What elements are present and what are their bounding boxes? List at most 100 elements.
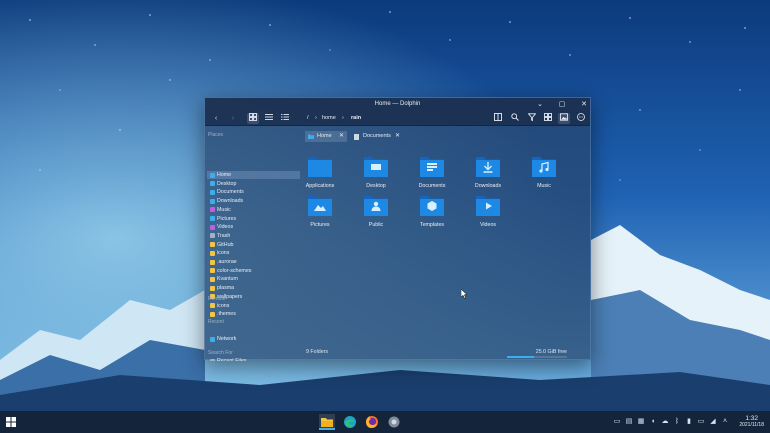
sidebar-item-plasma[interactable]: plasma <box>207 284 300 292</box>
file-item-public[interactable]: Public <box>352 192 400 228</box>
file-item-desktop[interactable]: Desktop <box>352 153 400 189</box>
back-button[interactable]: ‹ <box>210 113 222 124</box>
sidebar-item-documents[interactable]: Documents <box>207 188 300 196</box>
close-button[interactable]: ✕ <box>579 100 589 110</box>
file-item-label: Videos <box>479 222 497 228</box>
compact-view-icon <box>265 114 273 120</box>
sidebar-item-label: plasma <box>217 285 235 292</box>
documents-icon <box>210 189 215 195</box>
sidebar-item-label: .themes <box>217 311 236 318</box>
breadcrumb-rain[interactable]: rain <box>351 114 361 123</box>
display-icon[interactable]: ▭ <box>697 418 705 426</box>
expand-tray-icon[interactable]: ˄ <box>721 418 729 426</box>
sidebar-item-desktop[interactable]: Desktop <box>207 180 300 188</box>
sidebar-item-icons[interactable]: icons <box>207 302 300 310</box>
compact-view-button[interactable] <box>263 113 275 124</box>
sidebar-item-github[interactable]: GitHub <box>207 241 300 249</box>
applications-folder-icon <box>308 157 332 177</box>
places-panel: Places Home Desktop Documents Downloads Musi… <box>205 126 303 361</box>
sidebar-item-label: Music <box>217 206 231 213</box>
file-item-documents[interactable]: Documents <box>408 153 456 189</box>
tab-label: Documents <box>363 133 391 139</box>
file-item-label: Public <box>368 222 384 228</box>
toolbar: ‹ › / › home › rain <box>205 112 590 126</box>
taskbar-edge[interactable] <box>342 414 358 430</box>
sidebar-item-label: Documents <box>217 189 244 196</box>
file-item-templates[interactable]: Templates <box>408 192 456 228</box>
search-button[interactable] <box>509 113 521 124</box>
sidebar-item-label: Network <box>217 336 237 342</box>
sidebar-item-pictures[interactable]: Pictures <box>207 215 300 223</box>
filter-icon <box>527 113 537 122</box>
sidebar-item-icons[interactable]: icons <box>207 249 300 257</box>
sidebar-item-label: Trash <box>217 232 231 239</box>
file-item-applications[interactable]: Applications <box>296 153 344 189</box>
window-title: Home — Dolphin <box>374 101 421 107</box>
forward-button[interactable]: › <box>227 113 239 124</box>
maximize-button[interactable]: ▢ <box>557 100 567 110</box>
network-icon[interactable]: ◢ <box>709 418 717 426</box>
file-item-music[interactable]: Music <box>520 153 568 189</box>
places-section-label: Places <box>208 132 224 138</box>
folder-icon <box>210 285 215 291</box>
sidebar-item-label: icons <box>217 302 230 309</box>
file-item-label: Pictures <box>310 222 330 228</box>
breadcrumb-home[interactable]: home <box>322 114 336 123</box>
dolphin-window: Home — Dolphin ⌄ ▢ ✕ ‹ › / › home › rain <box>204 97 591 361</box>
cloud-icon[interactable]: ☁ <box>661 418 669 426</box>
title-bar[interactable]: Home — Dolphin ⌄ ▢ ✕ <box>205 98 590 112</box>
clock-date: 2021/11/18 <box>739 422 764 428</box>
settings-gear-icon <box>388 416 400 428</box>
sidebar-item-themes[interactable]: .themes <box>207 310 300 318</box>
minimize-button[interactable]: ⌄ <box>535 100 545 110</box>
sidebar-item-videos[interactable]: Videos <box>207 223 300 231</box>
taskbar-settings[interactable] <box>386 414 402 430</box>
videos-icon <box>210 224 215 230</box>
menu-button[interactable] <box>575 113 587 124</box>
taskbar-firefox[interactable] <box>364 414 380 430</box>
split-view-button[interactable] <box>492 113 504 124</box>
notification-icon[interactable]: ▭ <box>613 418 621 426</box>
details-view-button[interactable] <box>279 113 291 124</box>
battery-icon[interactable]: ▮ <box>685 418 693 426</box>
tab-documents[interactable]: Documents ✕ <box>351 131 403 142</box>
tab-home[interactable]: Home ✕ <box>305 131 347 142</box>
close-tab-button[interactable]: ✕ <box>395 131 400 142</box>
taskbar: ▭ ▤ ▦ ◖ ☁ ᛒ ▮ ▭ ◢ ˄ 1:32 2021/11/18 <box>0 411 770 433</box>
tab-label: Home <box>317 133 332 139</box>
sidebar-item-color-schemes[interactable]: color-schemes <box>207 267 300 275</box>
system-clock[interactable]: 1:32 2021/11/18 <box>739 415 764 428</box>
taskbar-dolphin[interactable] <box>319 414 335 430</box>
sidebar-item-trash[interactable]: Trash <box>207 232 300 240</box>
sidebar-item-downloads[interactable]: Downloads <box>207 197 300 205</box>
view-mode-button[interactable] <box>542 113 554 124</box>
icons-view-button[interactable] <box>247 113 259 124</box>
sidebar-item-network[interactable]: Network <box>207 335 300 343</box>
file-item-videos[interactable]: Videos <box>464 192 512 228</box>
close-tab-button[interactable]: ✕ <box>339 131 344 142</box>
search-section-label: Search For <box>208 350 233 356</box>
file-item-downloads[interactable]: Downloads <box>464 153 512 189</box>
bluetooth-icon[interactable]: ᛒ <box>673 418 681 426</box>
network-icon <box>210 336 215 342</box>
breadcrumb-root[interactable]: / <box>307 114 309 123</box>
folder-icon <box>210 276 215 282</box>
sidebar-item-aurorae[interactable]: .aurorae <box>207 258 300 266</box>
file-item-pictures[interactable]: Pictures <box>296 192 344 228</box>
sidebar-item-music[interactable]: Music <box>207 206 300 214</box>
recent-files-icon <box>210 358 215 361</box>
sidebar-item-home[interactable]: Home <box>207 171 300 179</box>
icons-view-icon <box>249 113 257 121</box>
sidebar-item-kvantum[interactable]: Kvantum <box>207 275 300 283</box>
filter-button[interactable] <box>526 113 538 124</box>
preview-button[interactable] <box>558 113 570 124</box>
clipboard-icon[interactable]: ▤ <box>625 418 633 426</box>
more-icon <box>577 113 585 121</box>
volume-icon[interactable]: ◖ <box>649 418 657 426</box>
sidebar-item-recent-files[interactable]: Recent Files <box>207 357 300 361</box>
start-menu-button[interactable] <box>3 414 19 430</box>
details-view-icon <box>281 114 289 120</box>
firefox-icon <box>366 416 378 428</box>
device-icon[interactable]: ▦ <box>637 418 645 426</box>
search-icon <box>511 113 519 121</box>
